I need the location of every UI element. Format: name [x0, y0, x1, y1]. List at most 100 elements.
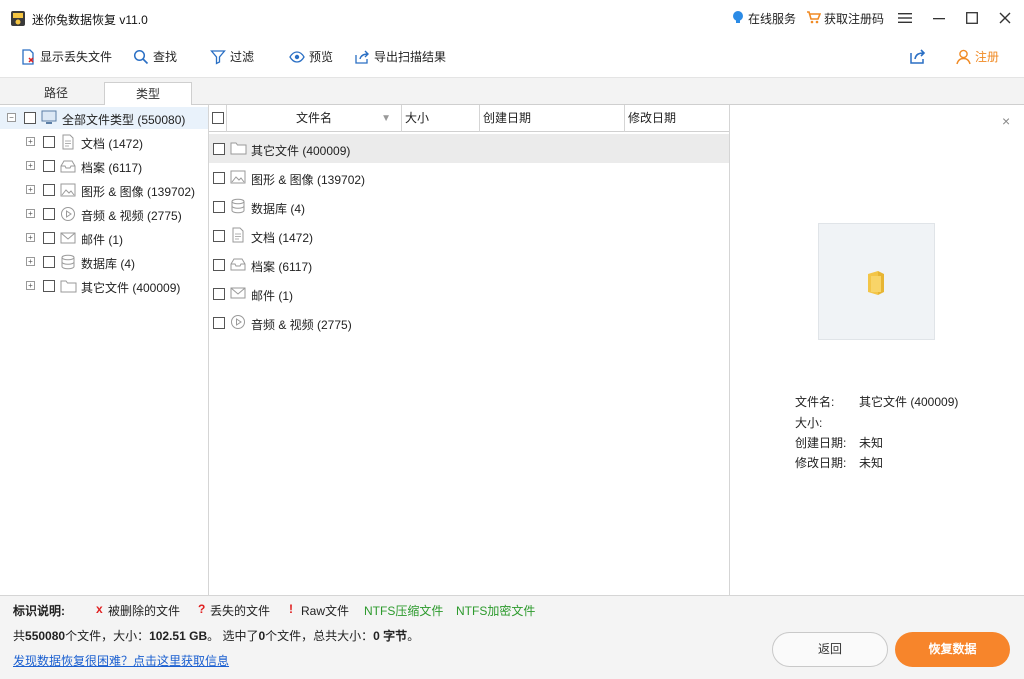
tree-checkbox[interactable] — [43, 280, 55, 292]
select-all-checkbox[interactable] — [212, 112, 224, 124]
share-button[interactable] — [909, 48, 926, 64]
file-row-images[interactable]: 图形 & 图像 (139702) — [209, 163, 729, 192]
expand-icon[interactable]: + — [26, 281, 35, 290]
image-icon — [60, 182, 76, 201]
preview-created-label: 创建日期: — [795, 436, 847, 450]
tree-item-mail[interactable]: + 邮件 (1) — [0, 227, 208, 249]
lost-mark-icon: ? — [198, 602, 206, 616]
tree-item-archives[interactable]: + 档案 (6117) — [0, 155, 208, 177]
file-row-database[interactable]: 数据库 (4) — [209, 192, 729, 221]
tree-checkbox[interactable] — [43, 208, 55, 220]
document-icon — [60, 134, 76, 153]
tab-type[interactable]: 类型 — [104, 82, 192, 106]
collapse-icon[interactable]: − — [7, 113, 16, 122]
database-icon — [230, 198, 246, 217]
minimize-icon — [933, 18, 945, 20]
row-checkbox[interactable] — [213, 259, 225, 271]
expand-icon[interactable]: + — [26, 209, 35, 218]
filter-button[interactable]: 过滤 — [210, 48, 254, 65]
expand-icon[interactable]: + — [26, 257, 35, 266]
file-row-media[interactable]: 音频 & 视频 (2775) — [209, 308, 729, 337]
get-code-label: 获取注册码 — [824, 12, 885, 26]
column-size[interactable]: 大小 — [402, 105, 480, 132]
online-service-link[interactable]: 在线服务 — [731, 10, 796, 27]
filter-label: 过滤 — [230, 50, 255, 64]
export-results-button[interactable]: 导出扫描结果 — [354, 48, 446, 65]
legend-raw: Raw文件 — [301, 604, 350, 618]
expand-icon[interactable]: + — [26, 233, 35, 242]
expand-icon[interactable]: + — [26, 161, 35, 170]
file-row-archives[interactable]: 档案 (6117) — [209, 250, 729, 279]
preview-panel: × 文件名: 其它文件 (400009) 大小: 创建日期: 未知 修改日期: … — [730, 105, 1024, 595]
file-row-mail[interactable]: 邮件 (1) — [209, 279, 729, 308]
row-checkbox[interactable] — [213, 201, 225, 213]
toolbar: 显示丢失文件 查找 过滤 预览 导出扫描结果 注册 — [0, 36, 1024, 78]
tree-item-label: 音频 & 视频 (2775) — [81, 209, 182, 223]
raw-mark-icon: ! — [289, 602, 293, 616]
preview-size-label: 大小: — [795, 416, 823, 430]
tree-root-label: 全部文件类型 (550080) — [62, 113, 186, 127]
legend-deleted: 被删除的文件 — [108, 604, 181, 618]
archive-icon — [230, 256, 246, 275]
total-size: 102.51 GB — [149, 629, 208, 643]
file-row-documents[interactable]: 文档 (1472) — [209, 221, 729, 250]
status-bar: 共550080个文件，大小：102.51 GB。 选中了0个文件，总共大小：0 … — [0, 621, 1024, 679]
tree-checkbox[interactable] — [43, 232, 55, 244]
get-code-link[interactable]: 获取注册码 — [806, 10, 884, 27]
total-files-count: 550080 — [25, 629, 66, 643]
select-all-cell — [209, 105, 227, 132]
tree-checkbox[interactable] — [43, 136, 55, 148]
file-row-label: 数据库 (4) — [251, 202, 306, 216]
tree-checkbox[interactable] — [43, 256, 55, 268]
column-modified[interactable]: 修改日期 — [625, 105, 729, 132]
summary-mid2: 。 选中了 — [207, 629, 259, 643]
row-checkbox[interactable] — [213, 172, 225, 184]
image-icon — [230, 169, 246, 188]
customer-service-icon — [731, 10, 745, 27]
tree-item-database[interactable]: + 数据库 (4) — [0, 251, 208, 273]
back-button[interactable]: 返回 — [772, 632, 888, 667]
eye-icon — [289, 49, 305, 65]
tree-item-images[interactable]: + 图形 & 图像 (139702) — [0, 179, 208, 201]
expand-icon[interactable]: + — [26, 185, 35, 194]
tree-root-all-types[interactable]: − 全部文件类型 (550080) — [0, 107, 208, 129]
recover-data-button[interactable]: 恢复数据 — [895, 632, 1010, 667]
menu-button[interactable] — [892, 6, 918, 30]
minimize-button[interactable] — [926, 6, 952, 30]
show-lost-files-button[interactable]: 显示丢失文件 — [20, 48, 112, 65]
row-checkbox[interactable] — [213, 230, 225, 242]
folder-thumbnail-icon — [866, 270, 886, 299]
tree-item-documents[interactable]: + 文档 (1472) — [0, 131, 208, 153]
tree-item-label: 文档 (1472) — [81, 137, 144, 151]
tree-checkbox[interactable] — [24, 112, 36, 124]
column-filename-label: 文件名 — [295, 111, 332, 125]
close-button[interactable] — [992, 6, 1018, 30]
row-checkbox[interactable] — [213, 143, 225, 155]
tree-item-label: 其它文件 (400009) — [81, 281, 181, 295]
row-checkbox[interactable] — [213, 288, 225, 300]
tree-checkbox[interactable] — [43, 184, 55, 196]
column-created[interactable]: 创建日期 — [480, 105, 625, 132]
file-list-header: 文件名 ▼ 大小 创建日期 修改日期 — [209, 105, 729, 132]
tab-path[interactable]: 路径 — [12, 82, 100, 106]
legend-ntfs-compressed: NTFS压缩文件 — [364, 604, 444, 618]
app-logo-icon — [10, 9, 26, 27]
tree-item-media[interactable]: + 音频 & 视频 (2775) — [0, 203, 208, 225]
user-icon — [956, 49, 971, 65]
column-filename[interactable]: 文件名 ▼ — [227, 105, 402, 132]
file-row-other[interactable]: 其它文件 (400009) — [209, 134, 729, 163]
tree-checkbox[interactable] — [43, 160, 55, 172]
monitor-icon — [41, 110, 57, 128]
filter-icon — [210, 49, 226, 65]
tree-item-other[interactable]: + 其它文件 (400009) — [0, 275, 208, 297]
expand-icon[interactable]: + — [26, 137, 35, 146]
find-button[interactable]: 查找 — [133, 48, 177, 65]
preview-close-icon[interactable]: × — [1002, 113, 1010, 129]
help-link[interactable]: 发现数据恢复很困难？点击这里获取信息 — [13, 652, 229, 669]
media-icon — [60, 206, 76, 225]
preview-button[interactable]: 预览 — [289, 48, 333, 65]
register-button[interactable]: 注册 — [956, 48, 999, 65]
maximize-button[interactable] — [959, 6, 985, 30]
row-checkbox[interactable] — [213, 317, 225, 329]
show-lost-files-label: 显示丢失文件 — [40, 50, 113, 64]
